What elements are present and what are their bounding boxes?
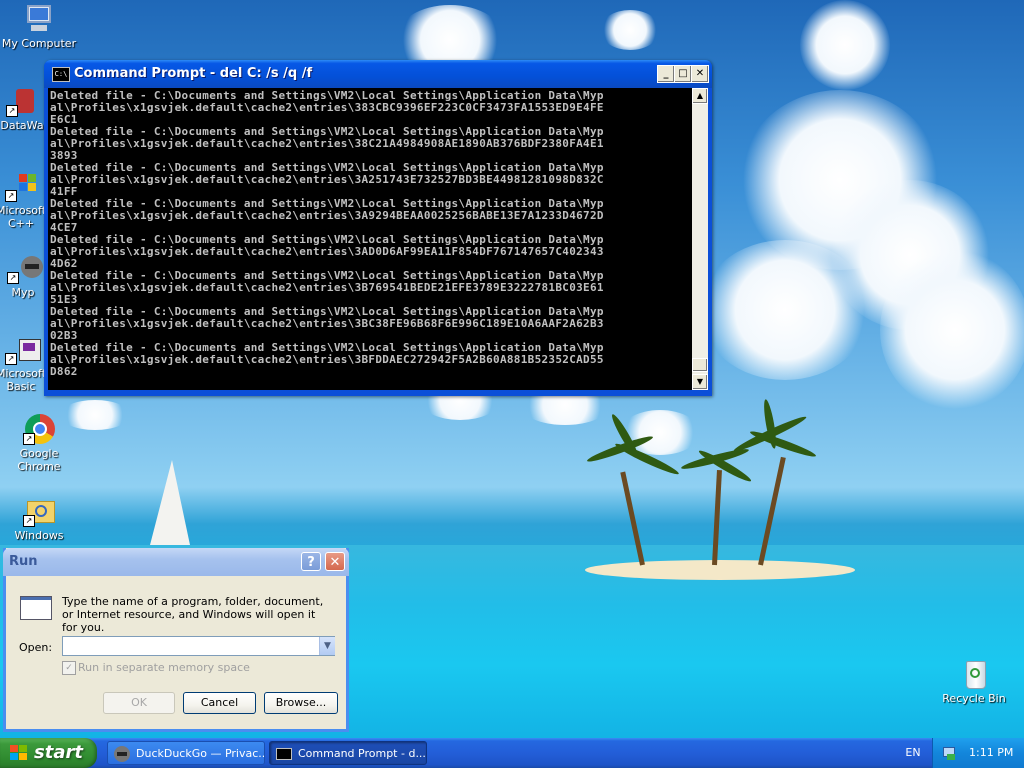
windows-explorer-icon: ↗ bbox=[23, 495, 55, 527]
data-icon: ↗ bbox=[6, 85, 38, 117]
desktop-icon-label: Windows bbox=[14, 529, 64, 542]
maximize-button[interactable]: □ bbox=[674, 65, 692, 83]
cloud bbox=[700, 240, 870, 380]
system-tray: 1:11 PM bbox=[932, 738, 1024, 768]
ok-button: OK bbox=[103, 692, 175, 714]
msvc-icon: ↗ bbox=[5, 170, 37, 202]
taskbar-item-label: DuckDuckGo — Privac... bbox=[136, 747, 265, 760]
checkbox-label: Run in separate memory space bbox=[78, 661, 250, 674]
network-icon[interactable] bbox=[941, 745, 957, 761]
desktop-icon-label: Google Chrome bbox=[17, 447, 61, 473]
desktop-icon-label: DataWa bbox=[0, 119, 44, 132]
shortcut-arrow-icon: ↗ bbox=[5, 353, 17, 365]
desktop-icon-my-computer[interactable]: My Computer bbox=[0, 3, 78, 50]
duckduckgo-icon bbox=[114, 746, 130, 762]
cloud bbox=[800, 0, 890, 90]
taskbar-item-command-prompt[interactable]: Command Prompt - d... bbox=[269, 741, 427, 765]
separate-memory-checkbox: ✓ bbox=[62, 661, 76, 675]
taskbar-item-label: Command Prompt - d... bbox=[298, 747, 426, 760]
palm-frond bbox=[748, 428, 818, 460]
browse-button[interactable]: Browse... bbox=[264, 692, 338, 714]
dialog-message: Type the name of a program, folder, docu… bbox=[62, 595, 324, 634]
run-dialog[interactable]: Run ? ✕ Type the name of a program, fold… bbox=[3, 548, 349, 732]
desktop-icon-windows[interactable]: ↗ Windows bbox=[0, 495, 78, 542]
window-title: Command Prompt - del C: /s /q /f bbox=[74, 66, 313, 81]
desktop-icon-recycle-bin[interactable]: Recycle Bin bbox=[935, 658, 1013, 705]
chrome-icon: ↗ bbox=[23, 413, 55, 445]
scroll-thumb[interactable] bbox=[692, 358, 708, 372]
scroll-down-button[interactable]: ▼ bbox=[692, 374, 708, 390]
taskbar: start DuckDuckGo — Privac... Command Pro… bbox=[0, 738, 1024, 768]
close-button[interactable]: ✕ bbox=[325, 552, 345, 571]
run-icon bbox=[20, 596, 52, 620]
start-button[interactable]: start bbox=[0, 738, 97, 768]
windows-flag-icon bbox=[10, 745, 28, 761]
open-input[interactable] bbox=[62, 636, 335, 656]
shortcut-arrow-icon: ↗ bbox=[23, 433, 35, 445]
window-titlebar[interactable]: C:\ Command Prompt - del C: /s /q /f _ □… bbox=[44, 60, 712, 88]
desktop-icon-label: My Computer bbox=[1, 37, 77, 50]
vertical-scrollbar[interactable]: ▲ ▼ bbox=[692, 88, 708, 390]
raccoon-icon: ↗ bbox=[7, 252, 43, 284]
cmd-icon bbox=[276, 746, 292, 762]
island bbox=[585, 560, 855, 580]
taskbar-item-duckduckgo[interactable]: DuckDuckGo — Privac... bbox=[107, 741, 265, 765]
shortcut-arrow-icon: ↗ bbox=[6, 105, 18, 117]
cmd-icon: C:\ bbox=[52, 67, 70, 82]
shortcut-arrow-icon: ↗ bbox=[7, 272, 19, 284]
cancel-button[interactable]: Cancel bbox=[183, 692, 256, 714]
shortcut-arrow-icon: ↗ bbox=[5, 190, 17, 202]
start-label: start bbox=[34, 742, 83, 763]
open-label: Open: bbox=[19, 641, 53, 654]
desktop-icon-label: Recycle Bin bbox=[942, 692, 1006, 705]
close-button[interactable]: ✕ bbox=[691, 65, 709, 83]
dialog-title: Run bbox=[9, 554, 38, 569]
desktop-icon-label: Microsoft Basic bbox=[0, 367, 47, 393]
cloud bbox=[880, 250, 1024, 410]
clock[interactable]: 1:11 PM bbox=[969, 738, 1013, 768]
console-text: Deleted file - C:\Documents and Settings… bbox=[50, 89, 604, 378]
desktop-icon-google-chrome[interactable]: ↗ Google Chrome bbox=[0, 413, 78, 473]
my-computer-icon bbox=[23, 3, 55, 35]
desktop-icon-label: Myp bbox=[11, 286, 35, 299]
minimize-button[interactable]: _ bbox=[657, 65, 675, 83]
help-button[interactable]: ? bbox=[301, 552, 321, 571]
palm-frond bbox=[761, 398, 779, 450]
sailboat bbox=[150, 460, 190, 545]
console-output[interactable]: Deleted file - C:\Documents and Settings… bbox=[48, 88, 692, 390]
dropdown-arrow-icon[interactable]: ▼ bbox=[319, 637, 335, 655]
desktop-icon-label: Microsoft C++ bbox=[0, 204, 47, 230]
recycle-bin-icon bbox=[958, 658, 990, 690]
command-prompt-window[interactable]: C:\ Command Prompt - del C: /s /q /f _ □… bbox=[44, 60, 712, 396]
language-indicator[interactable]: EN bbox=[898, 738, 928, 768]
dialog-titlebar[interactable]: Run ? ✕ bbox=[3, 548, 349, 576]
cloud bbox=[600, 10, 660, 50]
scroll-up-button[interactable]: ▲ bbox=[692, 88, 708, 104]
shortcut-arrow-icon: ↗ bbox=[23, 515, 35, 527]
msbasic-icon: ↗ bbox=[5, 333, 41, 365]
